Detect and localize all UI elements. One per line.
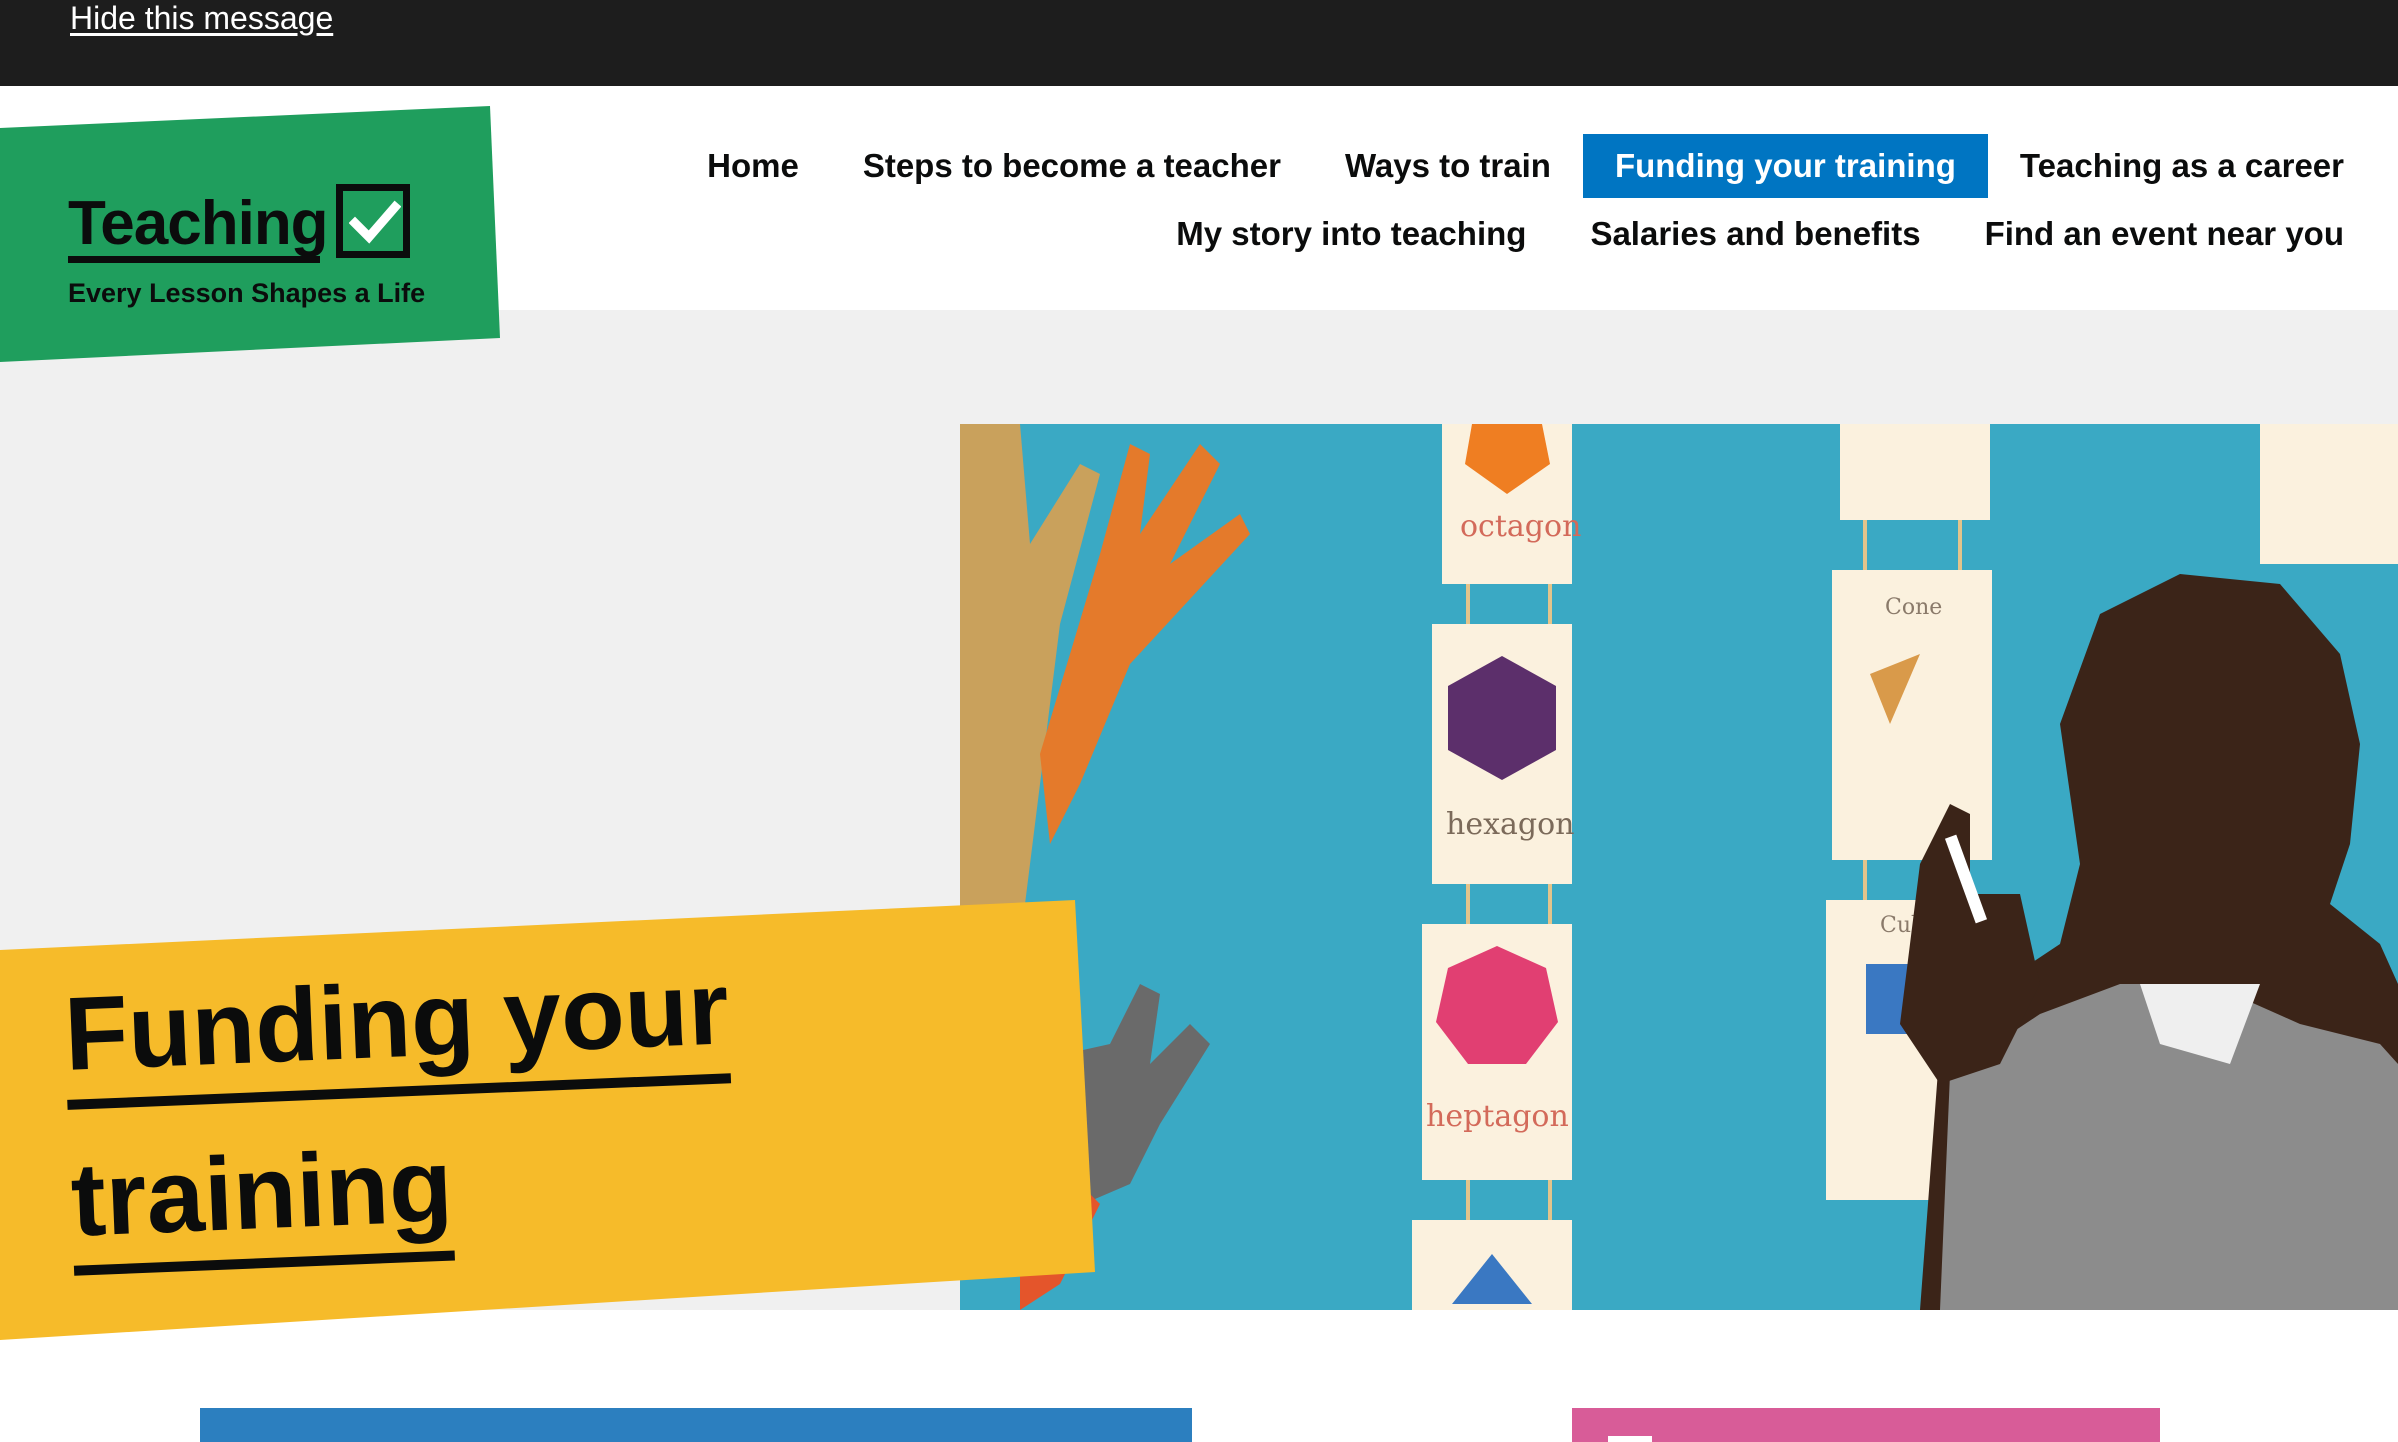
teaching-logo[interactable]: Teaching Every Lesson Shapes a Life [0,106,500,362]
hero-section: octagon hexagon heptagon Cone Cube Fundi… [0,310,2398,1340]
nav-steps-to-become-a-teacher[interactable]: Steps to become a teacher [831,134,1313,198]
content-card-pink[interactable] [1572,1408,2160,1442]
poster-hexagon-label: hexagon [1446,807,1574,842]
cookie-banner: Hide this message [0,0,2398,86]
hero-photo: octagon hexagon heptagon Cone Cube [960,424,2398,1310]
logo-wordmark: Teaching [68,189,329,258]
primary-nav-row-2: My story into teaching Salaries and bene… [1144,202,2344,266]
nav-teaching-as-a-career[interactable]: Teaching as a career [1988,134,2344,198]
card-icon [1608,1436,1652,1442]
nav-salaries-and-benefits[interactable]: Salaries and benefits [1558,202,1952,266]
nav-ways-to-train[interactable]: Ways to train [1313,134,1583,198]
poster-heptagon-label: heptagon [1426,1099,1569,1134]
logo-tagline: Every Lesson Shapes a Life [68,278,426,308]
classroom-photo-illustration: octagon hexagon heptagon Cone Cube [960,424,2398,1310]
primary-nav-row-1: Home Steps to become a teacher Ways to t… [675,134,2344,198]
poster-octagon-label: octagon [1460,509,1581,544]
site-header: Teaching Every Lesson Shapes a Life Home… [0,86,2398,362]
logo-underline [68,256,320,263]
checkbox-tick-icon [336,184,410,258]
page-title-line-2: training [68,1120,456,1276]
hide-message-link[interactable]: Hide this message [70,0,333,37]
nav-find-an-event[interactable]: Find an event near you [1953,202,2344,266]
page-title-line-1: Funding your [62,943,732,1110]
nav-home[interactable]: Home [675,134,831,198]
hero-title-panel: Funding your training [0,900,1095,1340]
nav-funding-your-training[interactable]: Funding your training [1582,134,1988,198]
page-title: Funding your training [62,943,739,1301]
content-card-blue[interactable] [200,1408,1192,1442]
nav-my-story-into-teaching[interactable]: My story into teaching [1144,202,1558,266]
poster-cone-label: Cone [1885,595,1942,620]
